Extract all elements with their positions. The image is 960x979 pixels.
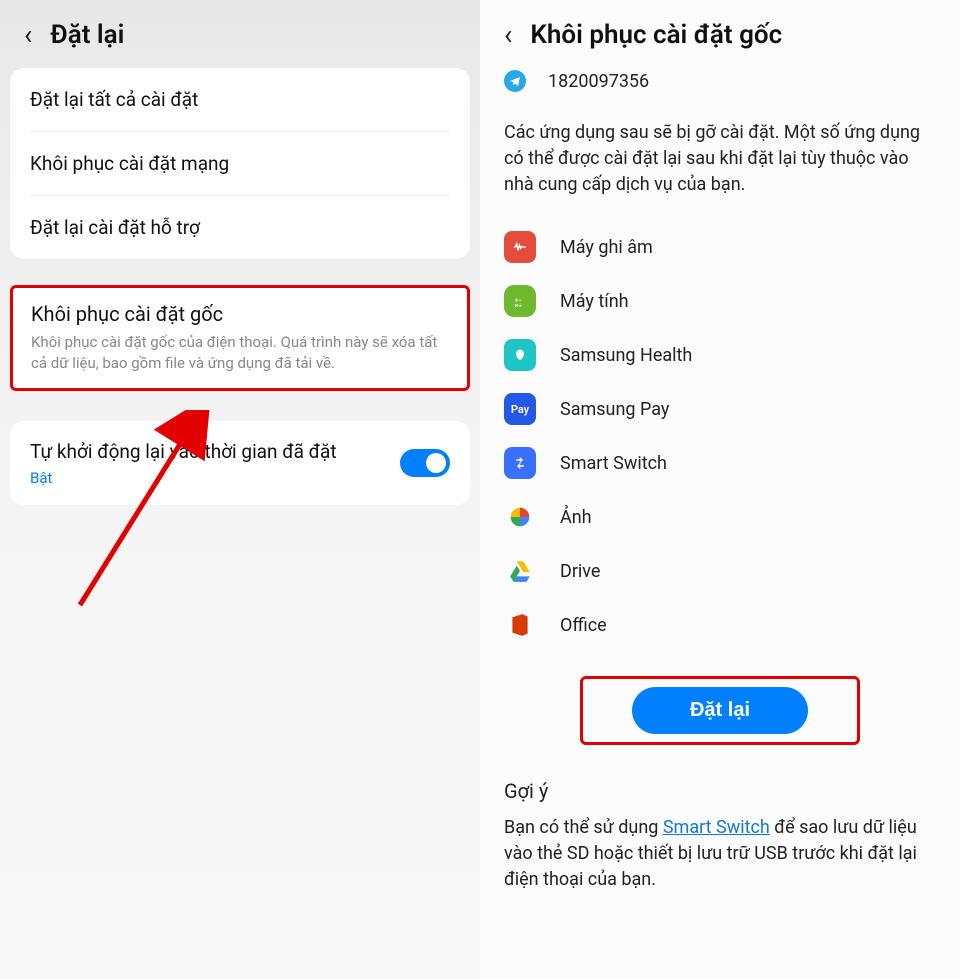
hint-title: Gợi ý — [480, 755, 960, 811]
app-row-office: Office — [504, 598, 936, 652]
back-icon[interactable]: ‹ — [24, 21, 32, 49]
app-label: Máy tính — [560, 291, 629, 312]
auto-restart-toggle[interactable] — [400, 449, 450, 477]
auto-restart-card: Tự khởi động lại vào thời gian đã đặt Bậ… — [10, 421, 470, 505]
page-title: Đặt lại — [50, 20, 124, 50]
auto-restart-state: Bật — [30, 469, 380, 487]
app-label: Drive — [560, 561, 600, 582]
uninstall-warning-text: Các ứng dụng sau sẽ bị gỡ cài đặt. Một s… — [480, 110, 960, 216]
reset-network-settings[interactable]: Khôi phục cài đặt mạng — [10, 132, 470, 195]
app-label: Office — [560, 615, 607, 636]
factory-reset-desc: Khôi phục cài đặt gốc của điện thoại. Qu… — [31, 332, 449, 374]
header-left: ‹ Đặt lại — [0, 0, 480, 68]
hint-body: Bạn có thể sử dụng Smart Switch để sao l… — [480, 811, 960, 913]
app-row-samsung-pay: Pay Samsung Pay — [504, 382, 936, 436]
calculator-icon: +−×÷ — [504, 285, 536, 317]
app-row-recorder: Máy ghi âm — [504, 220, 936, 274]
account-id: 1820097356 — [548, 71, 649, 92]
microsoft-office-icon — [504, 609, 536, 641]
reset-all-settings[interactable]: Đặt lại tất cả cài đặt — [10, 68, 470, 131]
reset-accessibility-settings[interactable]: Đặt lại cài đặt hỗ trợ — [10, 196, 470, 259]
samsung-health-icon — [504, 339, 536, 371]
app-label: Smart Switch — [560, 453, 667, 474]
hint-text-before: Bạn có thể sử dụng — [504, 817, 663, 838]
google-drive-icon — [504, 555, 536, 587]
telegram-icon — [504, 70, 526, 92]
factory-reset-detail-screen: ‹ Khôi phục cài đặt gốc 1820097356 Các ứ… — [480, 0, 960, 979]
auto-restart-title: Tự khởi động lại vào thời gian đã đặt — [30, 439, 380, 465]
back-icon[interactable]: ‹ — [504, 21, 512, 49]
app-row-drive: Drive — [504, 544, 936, 598]
app-label: Samsung Health — [560, 345, 692, 366]
app-label: Máy ghi âm — [560, 237, 653, 258]
google-photos-icon — [504, 501, 536, 533]
smart-switch-link[interactable]: Smart Switch — [663, 817, 770, 838]
svg-text:×÷: ×÷ — [515, 302, 523, 309]
header-right: ‹ Khôi phục cài đặt gốc — [480, 0, 960, 68]
account-row: 1820097356 — [480, 68, 960, 110]
reset-button[interactable]: Đặt lại — [632, 687, 808, 734]
reset-options-card: Đặt lại tất cả cài đặt Khôi phục cài đặt… — [10, 68, 470, 259]
reset-button-highlight: Đặt lại — [580, 676, 860, 745]
app-row-smart-switch: Smart Switch — [504, 436, 936, 490]
factory-reset-title: Khôi phục cài đặt gốc — [31, 302, 449, 326]
smart-switch-icon — [504, 447, 536, 479]
app-row-calculator: +−×÷ Máy tính — [504, 274, 936, 328]
app-label: Samsung Pay — [560, 399, 669, 420]
app-row-photos: Ảnh — [504, 490, 936, 544]
page-title: Khôi phục cài đặt gốc — [530, 20, 782, 50]
app-row-samsung-health: Samsung Health — [504, 328, 936, 382]
voice-recorder-icon — [504, 231, 536, 263]
reset-settings-screen: ‹ Đặt lại Đặt lại tất cả cài đặt Khôi ph… — [0, 0, 480, 979]
samsung-pay-icon: Pay — [504, 393, 536, 425]
factory-reset-option[interactable]: Khôi phục cài đặt gốc Khôi phục cài đặt … — [10, 285, 470, 391]
app-label: Ảnh — [560, 507, 592, 528]
app-list: Máy ghi âm +−×÷ Máy tính Samsung Health … — [480, 216, 960, 660]
